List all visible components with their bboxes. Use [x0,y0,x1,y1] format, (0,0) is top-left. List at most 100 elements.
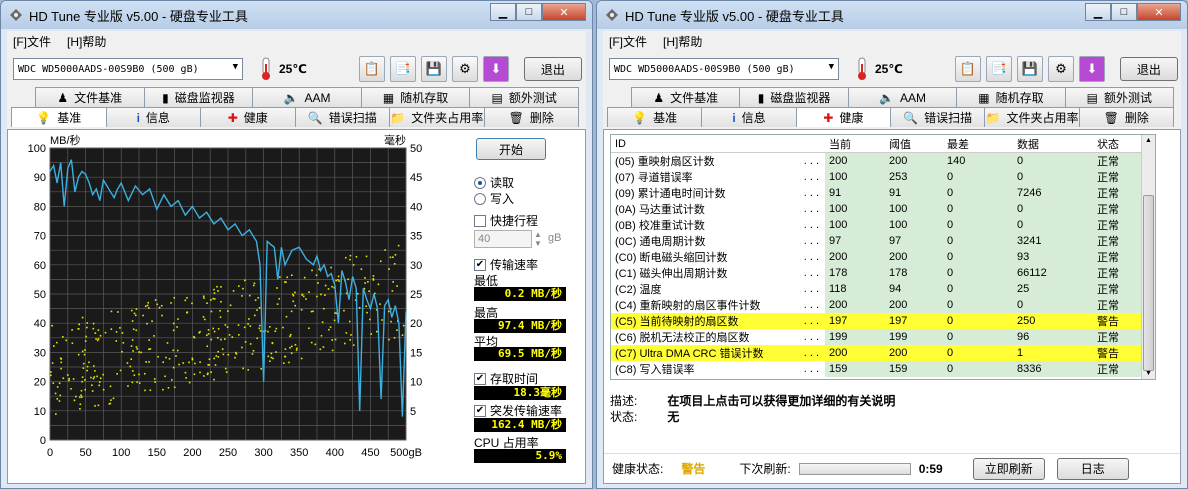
tab-health[interactable]: ✚ 健康 [200,107,296,127]
menu-file[interactable]: [F]文件 [609,33,647,50]
refresh-now-button[interactable]: 立即刷新 [972,457,1045,480]
access-time-point [213,288,215,291]
tab-file-benchmark[interactable]: ♟ 文件基准 [631,87,741,107]
tab-folder-usage[interactable]: 📁 文件夹占用率 [389,107,485,127]
start-button[interactable]: 开始 [476,138,546,160]
quick-stroke-input[interactable]: 40 [474,230,532,248]
table-row[interactable]: (C8) 写入错误率. . . 159 159 0 8336 正常 [611,361,1155,377]
burst-rate-checkbox[interactable]: ✔ [474,404,486,417]
menu-help[interactable]: [H]帮助 [663,33,702,50]
tab-random-access[interactable]: ▦ 随机存取 [360,87,471,107]
access-time-point [68,377,71,380]
y2-tick-label: 15 [410,347,422,359]
table-row[interactable]: (C5) 当前待映射的扇区数. . . 197 197 0 250 警告 [611,313,1155,329]
table-row[interactable]: (C2) 温度. . . 118 94 0 25 正常 [611,281,1155,297]
access-time-checkbox[interactable]: ✔ [474,372,486,385]
exit-button[interactable]: 退出 [1119,57,1178,81]
copy-icon[interactable]: 📋 [358,56,385,82]
access-time-point [328,328,330,331]
row-current: 97 [825,233,885,249]
read-radio[interactable] [474,176,486,189]
copy-icon[interactable]: 📋 [954,56,981,82]
close-button[interactable]: ✕ [1137,3,1181,21]
scroll-thumb[interactable] [1143,195,1154,371]
tab-file-benchmark[interactable]: ♟ 文件基准 [35,87,145,107]
access-time-value: 18.3毫秒 [474,386,566,400]
tab-extra-tests[interactable]: ▤ 额外测试 [469,87,579,107]
tab-disk-monitor[interactable]: ▮ 磁盘监视器 [739,87,849,107]
quick-stroke-checkbox[interactable] [474,214,486,227]
minimize-button[interactable]: ▁ [1085,3,1111,21]
save-icon[interactable]: 💾 [420,56,447,82]
menu-file[interactable]: [F]文件 [13,33,51,50]
table-row[interactable]: (0A) 马达重试计数. . . 100 100 0 0 正常 [611,201,1155,217]
maximize-button[interactable]: □ [1111,3,1137,21]
scroll-down-icon[interactable]: ▼ [1145,370,1152,377]
table-row[interactable]: (0C) 通电周期计数. . . 97 97 0 3241 正常 [611,233,1155,249]
tab-disk-monitor[interactable]: ▮ 磁盘监视器 [143,87,254,107]
tab-benchmark[interactable]: 💡 基准 [607,107,703,127]
tab-folder-usage[interactable]: 📁 文件夹占用率 [984,107,1080,127]
tab-erase[interactable]: 🗑 删除 [483,107,579,127]
access-time-point [59,357,62,360]
col-id[interactable]: ID [611,135,825,152]
temperature-value: 25℃ [875,62,903,76]
download-icon[interactable]: ⬇ [482,56,509,82]
col-data[interactable]: 数据 [1013,135,1093,152]
minimize-button[interactable]: ▁ [490,3,516,21]
table-row[interactable]: (C0) 断电磁头缩回计数. . . 200 200 0 93 正常 [611,249,1155,265]
col-threshold[interactable]: 阈值 [885,135,943,152]
scroll-up-icon[interactable]: ▲ [1145,137,1152,144]
maximize-button[interactable]: □ [516,3,542,21]
transfer-rate-option[interactable]: ✔ 传输速率 [474,256,538,273]
options-icon[interactable]: ⚙ [451,56,478,82]
access-time-point [397,244,400,247]
transfer-rate-checkbox[interactable]: ✔ [474,258,486,271]
menu-help[interactable]: [H]帮助 [67,33,106,50]
table-row[interactable]: (C4) 重新映射的扇区事件计数. . . 200 200 0 0 正常 [611,297,1155,313]
tab-info[interactable]: i 信息 [701,107,797,127]
access-time-point [144,389,146,392]
copy-all-icon[interactable]: 📑 [389,56,416,82]
tab-random-access[interactable]: ▦ 随机存取 [956,87,1066,107]
tab-aam[interactable]: 🔈 AAM [252,87,362,107]
options-icon[interactable]: ⚙ [1047,56,1074,82]
read-option[interactable]: 读取 [474,174,514,191]
exit-button[interactable]: 退出 [523,57,582,81]
table-scrollbar[interactable]: ▲ ▼ [1141,135,1155,379]
stepper-icon[interactable]: ▲ ▼ [534,230,542,248]
download-icon[interactable]: ⬇ [1078,56,1105,82]
drive-select[interactable]: WDC WD5000AADS-00S9B0 (500 gB) ▼ [13,58,243,80]
tab-info[interactable]: i 信息 [105,107,201,127]
drive-select[interactable]: WDC WD5000AADS-00S9B0 (500 gB) ▼ [609,58,839,80]
tab-extra-tests[interactable]: ▤ 额外测试 [1064,87,1175,107]
tab-erase[interactable]: 🗑 删除 [1078,107,1174,127]
table-row[interactable]: (C1) 磁头伸出周期计数. . . 178 178 0 66112 正常 [611,265,1155,281]
table-row[interactable]: (C6) 脱机无法校正的扇区数. . . 199 199 0 96 正常 [611,329,1155,345]
write-option[interactable]: 写入 [474,190,514,207]
row-data: 0 [1013,201,1093,217]
tab-benchmark[interactable]: 💡 基准 [11,107,107,127]
access-time-point [316,295,318,298]
access-time-point [96,375,98,378]
tab-aam[interactable]: 🔈 AAM [847,87,958,107]
col-status[interactable]: 状态 [1093,135,1145,152]
col-worst[interactable]: 最差 [943,135,1013,152]
quick-stroke-option[interactable]: 快捷行程 [474,212,538,229]
table-row[interactable]: (0B) 校准重试计数. . . 100 100 0 0 正常 [611,217,1155,233]
table-row[interactable]: (09) 累计通电时间计数. . . 91 91 0 7246 正常 [611,185,1155,201]
log-button[interactable]: 日志 [1056,457,1129,480]
tab-error-scan[interactable]: 🔍 错误扫描 [889,107,986,127]
save-icon[interactable]: 💾 [1016,56,1043,82]
copy-all-icon[interactable]: 📑 [985,56,1012,82]
table-row[interactable]: (05) 重映射扇区计数. . . 200 200 140 0 正常 [611,153,1155,169]
col-current[interactable]: 当前 [825,135,885,152]
access-time-option[interactable]: ✔ 存取时间 [474,370,538,387]
tab-health[interactable]: ✚ 健康 [795,107,891,127]
burst-rate-option[interactable]: ✔ 突发传输速率 [474,402,562,419]
table-row[interactable]: (C7) Ultra DMA CRC 错误计数. . . 200 200 0 1 警告 [611,345,1155,361]
close-button[interactable]: ✕ [542,3,586,21]
write-radio[interactable] [474,192,486,205]
table-row[interactable]: (07) 寻道错误率. . . 100 253 0 0 正常 [611,169,1155,185]
tab-error-scan[interactable]: 🔍 错误扫描 [294,107,390,127]
